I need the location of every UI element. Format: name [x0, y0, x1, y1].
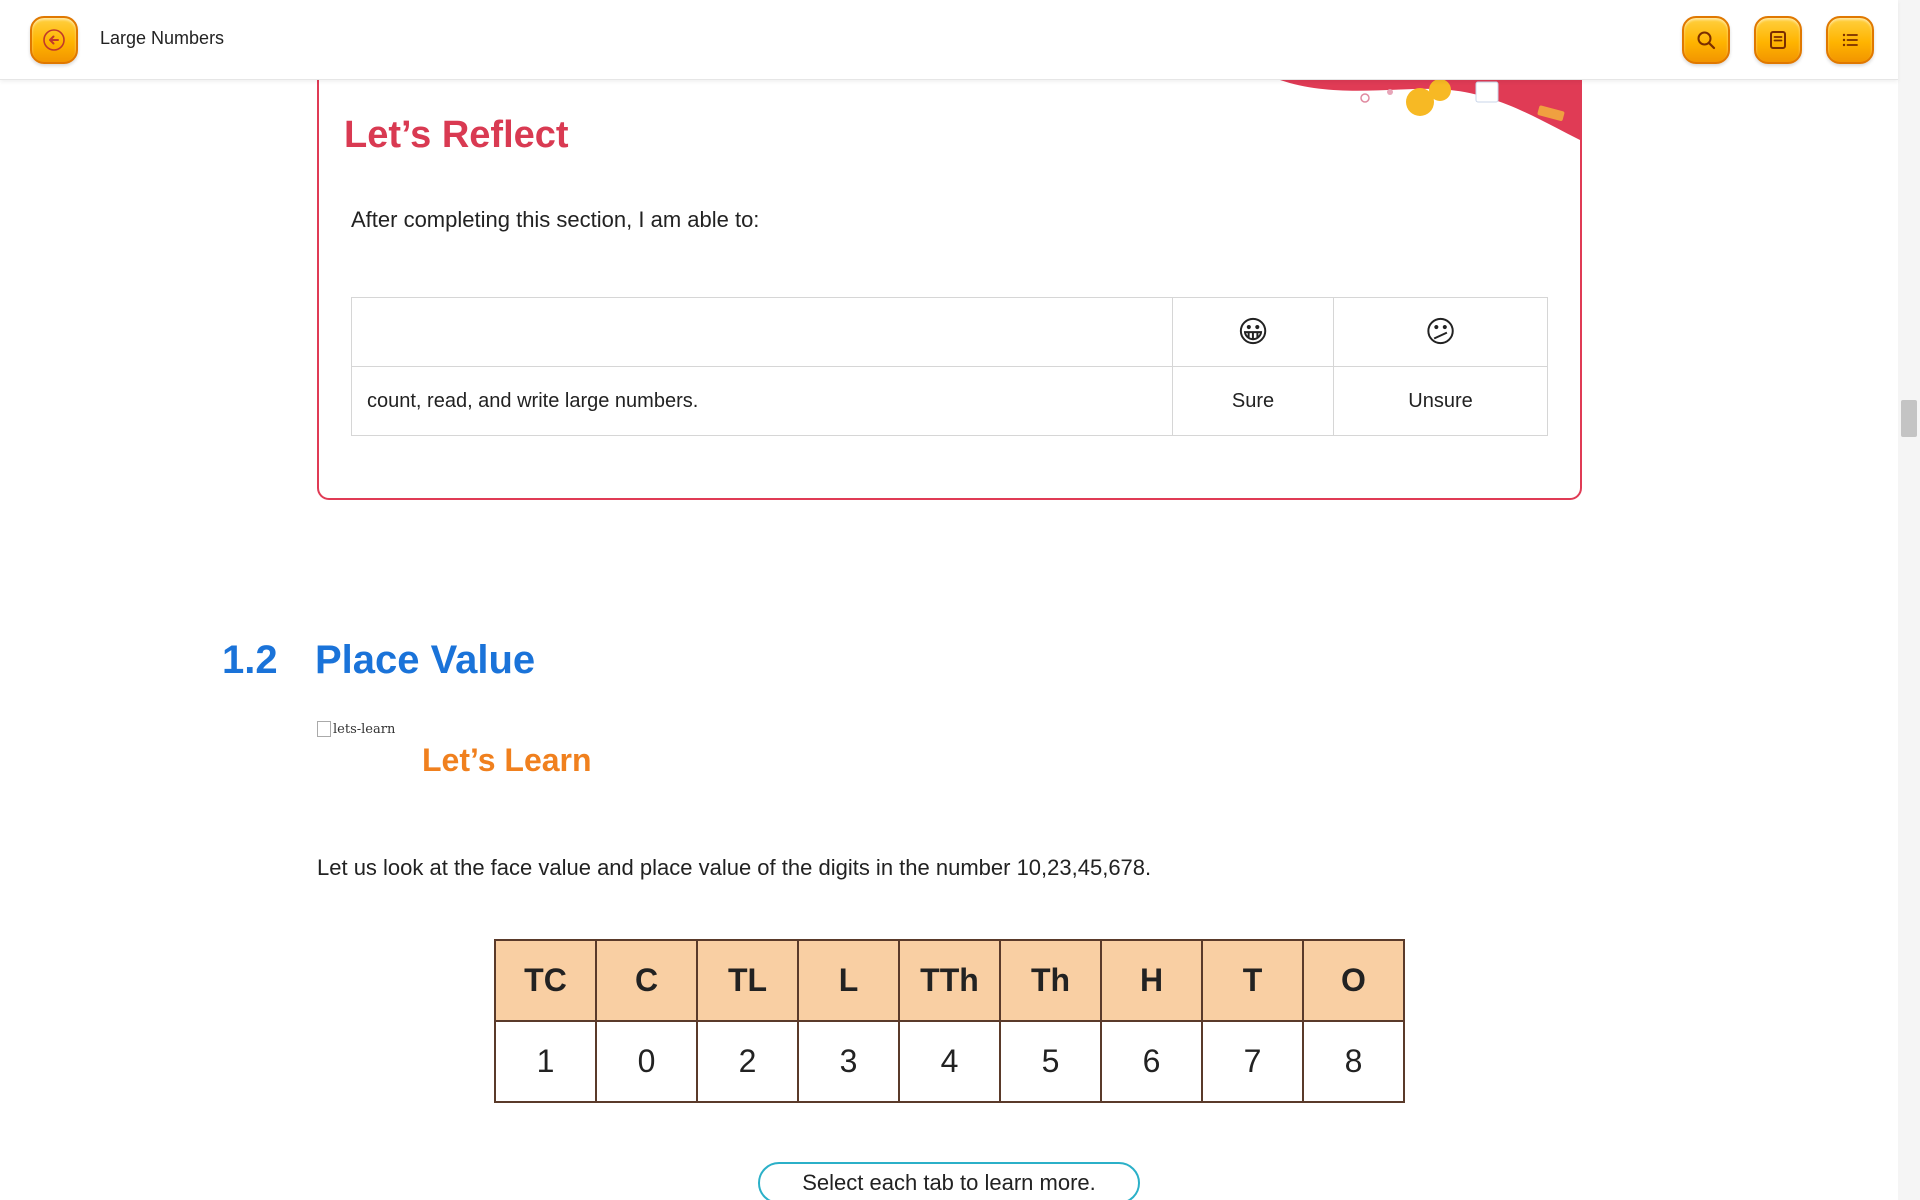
column-header: Th: [999, 939, 1102, 1022]
digit-cell: 1: [494, 1020, 597, 1103]
unsure-option[interactable]: Unsure: [1333, 366, 1548, 436]
column-header: L: [797, 939, 900, 1022]
column-header: TTh: [898, 939, 1001, 1022]
scrollbar-thumb[interactable]: [1901, 400, 1917, 437]
reflect-intro: After completing this section, I am able…: [351, 207, 760, 232]
back-button[interactable]: [30, 16, 78, 64]
table-row: 😀 😕: [351, 297, 1548, 367]
tabs-hint: Select each tab to learn more.: [758, 1162, 1140, 1200]
page-title: Large Numbers: [100, 28, 225, 48]
reflect-statement: count, read, and write large numbers.: [351, 366, 1173, 436]
digit-cell: 3: [797, 1020, 900, 1103]
list-icon: [1842, 33, 1858, 47]
table-of-contents-button[interactable]: [1826, 16, 1874, 64]
column-header: O: [1302, 939, 1405, 1022]
table-cell: 😕: [1333, 297, 1548, 367]
reflect-decoration-image: [1280, 80, 1580, 140]
sure-option[interactable]: Sure: [1172, 366, 1334, 436]
column-header: TC: [494, 939, 597, 1022]
digit-cell: 2: [696, 1020, 799, 1103]
confused-emoji-icon: 😕: [1424, 314, 1457, 350]
column-header: T: [1201, 939, 1304, 1022]
image-alt-text: lets-learn: [333, 721, 396, 737]
smile-emoji-icon: 😀: [1237, 314, 1269, 350]
digit-cell: 8: [1302, 1020, 1405, 1103]
section-number: 1.2: [222, 638, 278, 682]
notes-icon: [1770, 31, 1786, 49]
broken-image-icon: [317, 721, 331, 737]
scrollbar-track[interactable]: [1898, 0, 1920, 1200]
arrow-left-icon: [43, 29, 65, 51]
search-button[interactable]: [1682, 16, 1730, 64]
digit-cell: 4: [898, 1020, 1001, 1103]
lets-learn-image: lets-learn: [317, 721, 395, 737]
learn-heading: Let’s Learn: [422, 742, 592, 778]
digit-cell: 7: [1201, 1020, 1304, 1103]
learn-intro: Let us look at the face value and place …: [317, 855, 1152, 880]
place-value-table: TC C TL L TTh Th H T O 1 0 2 3 4 5 6 7 8: [494, 939, 1405, 1103]
table-cell: 😀: [1172, 297, 1334, 367]
search-icon: [1697, 31, 1716, 50]
digit-cell: 0: [595, 1020, 698, 1103]
table-row: 1 0 2 3 4 5 6 7 8: [494, 1020, 1405, 1103]
column-header: C: [595, 939, 698, 1022]
reflect-heading: Let’s Reflect: [344, 114, 569, 156]
column-header: TL: [696, 939, 799, 1022]
digit-cell: 5: [999, 1020, 1102, 1103]
column-header: H: [1100, 939, 1203, 1022]
reflect-table: 😀 😕 count, read, and write large numbers…: [351, 297, 1548, 436]
table-header-row: TC C TL L TTh Th H T O: [494, 939, 1405, 1022]
table-cell-empty: [351, 297, 1173, 367]
notes-button[interactable]: [1754, 16, 1802, 64]
top-bar: Large Numbers: [0, 0, 1898, 80]
digit-cell: 6: [1100, 1020, 1203, 1103]
section-title: Place Value: [315, 638, 536, 682]
table-row: count, read, and write large numbers. Su…: [351, 366, 1548, 436]
